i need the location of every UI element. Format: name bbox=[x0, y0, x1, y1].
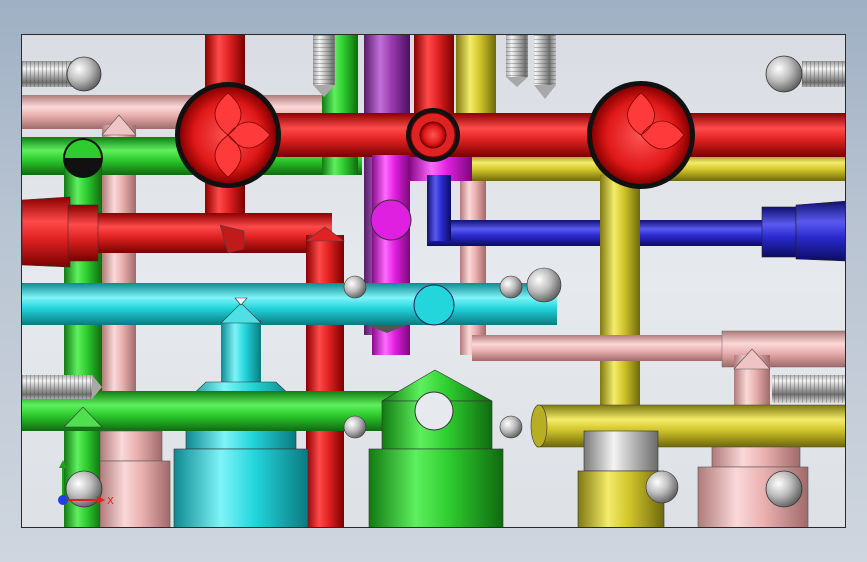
bolt-mid-left[interactable] bbox=[22, 375, 92, 399]
red-bowl-port-center-inner bbox=[419, 121, 447, 149]
cyan-port bbox=[413, 284, 455, 326]
triad-x-label: X bbox=[107, 496, 114, 507]
green-base[interactable] bbox=[368, 448, 504, 528]
ball-bottom-right[interactable] bbox=[765, 470, 803, 508]
yellow-pipe-end bbox=[530, 404, 548, 448]
ball-top-left[interactable] bbox=[66, 56, 102, 92]
triad-z-origin bbox=[58, 495, 68, 505]
cyan-base[interactable] bbox=[173, 448, 309, 528]
bolt-top-vertical-3[interactable] bbox=[534, 35, 556, 85]
blue-pipe-horizontal[interactable] bbox=[427, 220, 767, 246]
3d-viewport[interactable]: X bbox=[21, 34, 846, 528]
magenta-port bbox=[370, 199, 412, 241]
triad-x-arrow bbox=[97, 496, 105, 504]
green-reducer-bore bbox=[414, 391, 454, 431]
red-large-fitting[interactable] bbox=[22, 196, 71, 268]
ball-top-right[interactable] bbox=[765, 55, 803, 93]
ball-bottom-yellow[interactable] bbox=[645, 470, 679, 504]
blue-fitting[interactable] bbox=[761, 206, 797, 258]
pink-base-right[interactable] bbox=[711, 446, 801, 468]
pink-pipe-vertical-center[interactable] bbox=[460, 175, 486, 355]
ball-mid-1[interactable] bbox=[343, 275, 367, 299]
ball-low-1[interactable] bbox=[343, 415, 367, 439]
bolt-top-vertical-2[interactable] bbox=[506, 35, 528, 77]
bolt-top-right[interactable] bbox=[802, 61, 846, 87]
cyan-pipe-horizontal[interactable] bbox=[22, 283, 557, 325]
bolt-top-vertical-2-tip bbox=[506, 77, 528, 87]
blue-pipe-drop[interactable] bbox=[427, 175, 451, 241]
bolt-top-vertical-3-tip bbox=[534, 85, 556, 99]
ball-mid-2[interactable] bbox=[499, 275, 523, 299]
ball-low-2[interactable] bbox=[499, 415, 523, 439]
yellow-pipe-horizontal-bottom[interactable] bbox=[536, 404, 846, 448]
red-pipe-horizontal-middle[interactable] bbox=[82, 213, 332, 253]
red-fitting-collar[interactable] bbox=[67, 204, 99, 262]
ball-mid-3[interactable] bbox=[526, 267, 562, 303]
triad-y-arrow bbox=[59, 460, 67, 468]
cyan-pipe-vertical[interactable] bbox=[221, 320, 261, 390]
bolt-mid-right[interactable] bbox=[772, 375, 846, 403]
bolt-top-vertical-1[interactable] bbox=[313, 35, 335, 85]
pipe-assembly-scene[interactable] bbox=[22, 35, 846, 528]
red-pipe-horizontal-top[interactable] bbox=[222, 113, 846, 157]
coordinate-triad: X bbox=[58, 460, 114, 507]
gray-collar[interactable] bbox=[583, 430, 659, 472]
red-pipe-vertical-mid[interactable] bbox=[306, 235, 344, 528]
pink-base-left[interactable] bbox=[99, 430, 163, 462]
blue-fitting-end[interactable] bbox=[795, 200, 846, 262]
